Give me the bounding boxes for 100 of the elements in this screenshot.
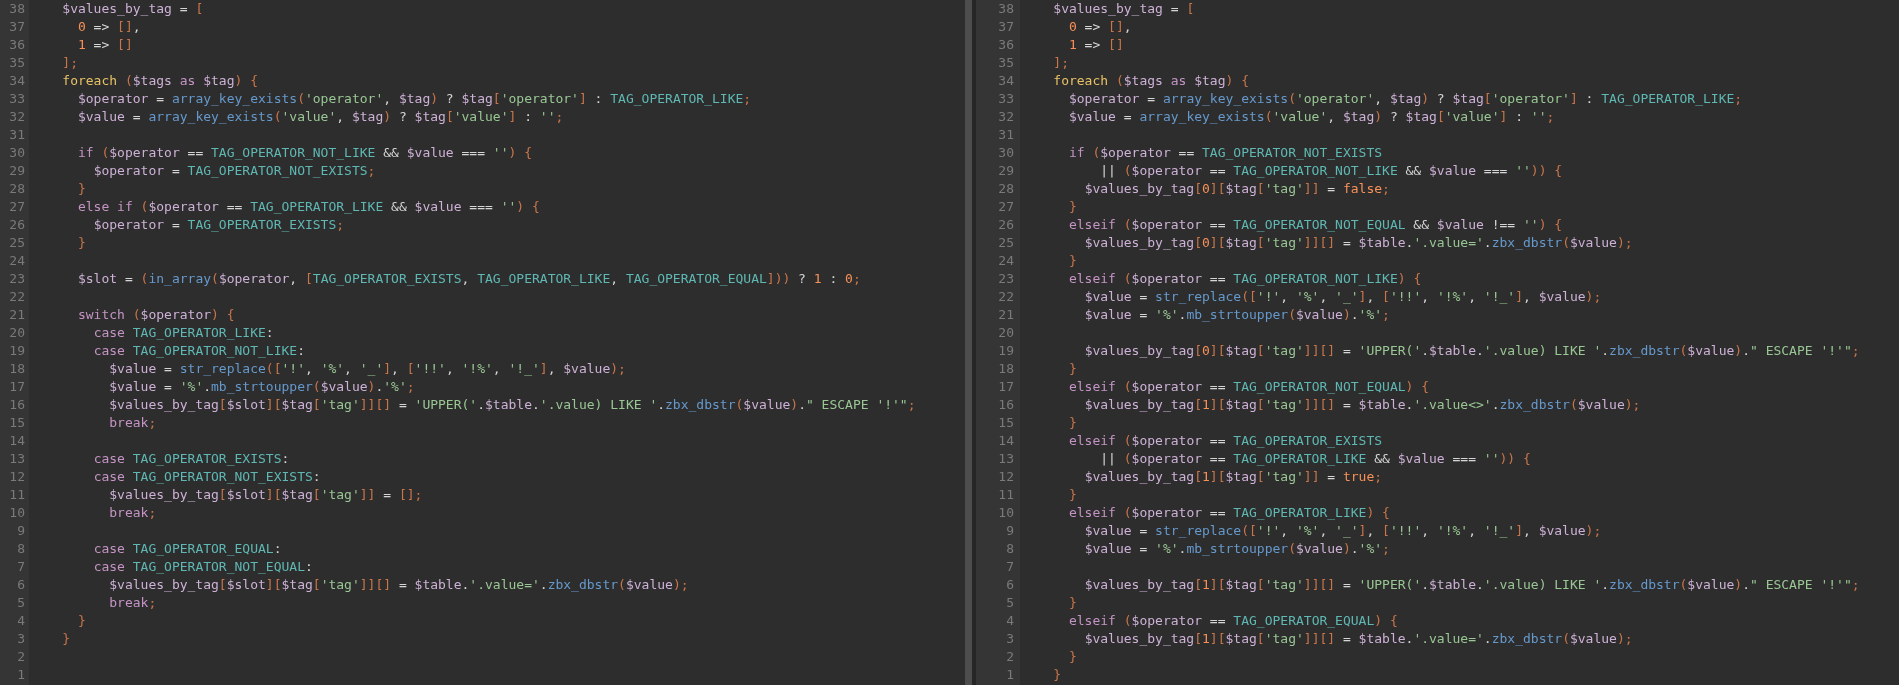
code-line: $values_by_tag[$slot][$tag['tag']][] = $table.'.value='.zbx_dbstr($value); [108,577,689,592]
line-number: 21 [998,307,1014,322]
code-line: foreach ($tags as $tag) { [61,73,258,88]
line-number: 32 [9,109,25,124]
line-number: 17 [998,379,1014,394]
code-line: $slot = (in_array($operator, [TAG_OPERATOR_EXISTS, TAG_OPERATOR_LIKE, TAG_OPERATOR_EQUAL])) ? 1 : 0; [76,271,861,286]
code-line: $operator = array_key_exists('operator', $tag) ? $tag['operator'] : TAG_OPERATOR_LIKE; [1067,91,1743,106]
code-line: 0 => [], [1067,19,1132,34]
code-line: $operator = array_key_exists('operator', $tag) ? $tag['operator'] : TAG_OPERATOR_LIKE; [76,91,752,106]
line-number: 20 [998,325,1014,340]
code-line: } [61,631,71,646]
code-line: $value = '%'.mb_strtoupper($value).'%'; [1083,307,1390,322]
line-number: 3 [1006,631,1014,646]
code-line: $value = str_replace(['!', '%', '_'], ['!!', '!%', '!_'], $value); [108,361,626,376]
code-line: } [76,235,86,250]
line-number: 23 [9,271,25,286]
line-number: 34 [998,73,1014,88]
line-number: 11 [9,487,25,502]
line-number: 10 [998,505,1014,520]
code-line: $values_by_tag[1][$tag['tag']][] = $table.'.value<>'.zbx_dbstr($value); [1083,397,1641,412]
code-line: $operator = TAG_OPERATOR_NOT_EXISTS; [92,163,376,178]
line-number: 8 [17,541,25,556]
line-number: 21 [9,307,25,322]
line-number: 12 [998,469,1014,484]
code-line: $values_by_tag[1][$tag['tag']] = true; [1083,469,1383,484]
line-number: 12 [9,469,25,484]
code-line: elseif ($operator == TAG_OPERATOR_EQUAL) { [1067,613,1398,628]
line-number: 6 [17,577,25,592]
code-line: } [76,181,86,196]
code-line: $value = '%'.mb_strtoupper($value).'%'; [108,379,415,394]
line-number: 30 [998,145,1014,160]
line-number: 38 [9,1,25,16]
code-line: foreach ($tags as $tag) { [1052,73,1249,88]
code-line: $values_by_tag[1][$tag['tag']][] = 'UPPER('.$table.'.value) LIKE '.zbx_dbstr($value)." ESCAPE '!'"; [1083,577,1860,592]
line-number: 13 [998,451,1014,466]
line-number: 14 [998,433,1014,448]
code-line: 1 => [] [76,37,133,52]
line-number: 22 [998,289,1014,304]
code-line: } [1052,667,1062,682]
line-number: 17 [9,379,25,394]
code-line: } [1067,361,1077,376]
code-line: if ($operator == TAG_OPERATOR_NOT_EXISTS [1067,145,1383,160]
code-line: $values_by_tag[$slot][$tag['tag']][] = 'UPPER('.$table.'.value) LIKE '.zbx_dbstr($value)." ESCAPE '!'"; [108,397,916,412]
line-number: 36 [9,37,25,52]
code-line: switch ($operator) { [76,307,235,322]
code-line: } [1067,415,1077,430]
code-line: $values_by_tag[0][$tag['tag']] = false; [1083,181,1390,196]
line-number: 24 [998,253,1014,268]
line-number: 29 [9,163,25,178]
line-number: 37 [998,19,1014,34]
line-number: 27 [9,199,25,214]
code-line: case TAG_OPERATOR_NOT_LIKE: [92,343,305,358]
line-number: 35 [998,55,1014,70]
line-number: 10 [9,505,25,520]
code-line: 1 => [] [1067,37,1124,52]
code-line: ]; [61,55,78,70]
code-line: || ($operator == TAG_OPERATOR_LIKE && $value === '')) { [1099,451,1531,466]
line-number: 36 [998,37,1014,52]
code-line: $value = str_replace(['!', '%', '_'], ['!!', '!%', '!_'], $value); [1083,289,1602,304]
code-line: } [1067,649,1077,664]
line-number: 7 [1006,559,1014,574]
line-number: 9 [17,523,25,538]
code-line: case TAG_OPERATOR_EXISTS: [92,451,290,466]
line-number: 15 [9,415,25,430]
line-number: 20 [9,325,25,340]
code-line: $values_by_tag[$slot][$tag['tag']] = []; [108,487,423,502]
code-line: elseif ($operator == TAG_OPERATOR_NOT_EQUAL) { [1067,379,1430,394]
code-line: elseif ($operator == TAG_OPERATOR_NOT_EQUAL && $value !== '') { [1067,217,1563,232]
line-number: 23 [998,271,1014,286]
line-number: 31 [9,127,25,142]
line-number: 14 [9,433,25,448]
line-number: 22 [9,289,25,304]
line-number: 30 [9,145,25,160]
line-number: 1 [1006,667,1014,682]
code-line: case TAG_OPERATOR_NOT_EXISTS: [92,469,321,484]
code-line: } [1067,253,1077,268]
line-number: 28 [998,181,1014,196]
code-line: $values_by_tag[0][$tag['tag']][] = 'UPPER('.$table.'.value) LIKE '.zbx_dbstr($value)." ESCAPE '!'"; [1083,343,1860,358]
line-number: 1 [17,667,25,682]
line-number: 5 [1006,595,1014,610]
line-number: 18 [9,361,25,376]
line-number: 24 [9,253,25,268]
code-line: } [1067,199,1077,214]
line-number: 2 [17,649,25,664]
line-number: 2 [1006,649,1014,664]
code-line: case TAG_OPERATOR_EQUAL: [92,541,282,556]
code-line: $values_by_tag = [ [61,1,204,16]
code-line: 0 => [], [76,19,141,34]
code-line: case TAG_OPERATOR_NOT_EQUAL: [92,559,313,574]
line-number: 32 [998,109,1014,124]
code-line: else if ($operator == TAG_OPERATOR_LIKE && $value === '') { [76,199,540,214]
code-line: } [76,613,86,628]
code-line: } [1067,487,1077,502]
line-number: 25 [998,235,1014,250]
line-number: 37 [9,19,25,34]
code-line: elseif ($operator == TAG_OPERATOR_EXISTS [1067,433,1383,448]
code-line: if ($operator == TAG_OPERATOR_NOT_LIKE && $value === '') { [76,145,532,160]
code-line: $values_by_tag[0][$tag['tag']][] = $table.'.value='.zbx_dbstr($value); [1083,235,1633,250]
code-line: break; [108,595,157,610]
code-line: $value = array_key_exists('value', $tag) ? $tag['value'] : ''; [76,109,564,124]
